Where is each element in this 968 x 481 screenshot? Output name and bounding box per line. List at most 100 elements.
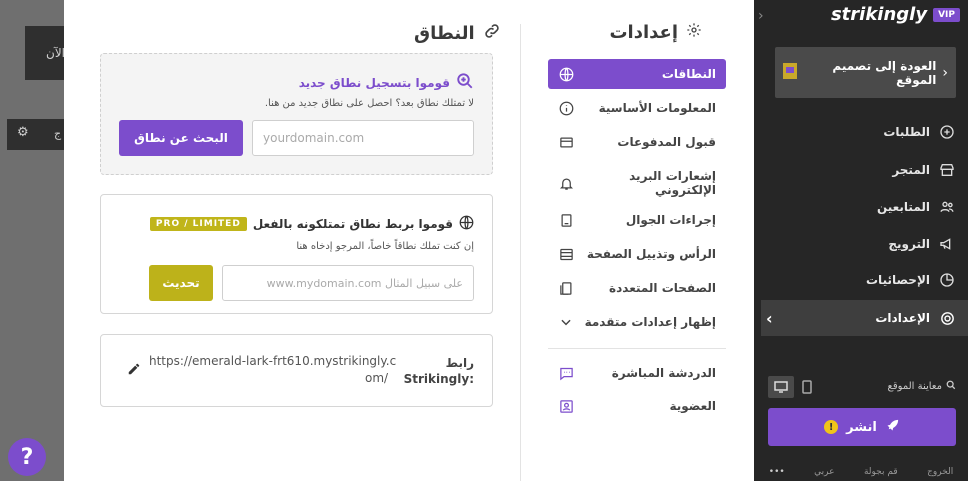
strikingly-link-card: رابط Strikingly: https://emerald-lark-fr… [100,334,493,407]
nav-item-email-notifications[interactable]: إشعارات البريد الإلكتروني [548,166,726,200]
warning-icon: ! [824,420,839,434]
nav-item-show-advanced[interactable]: إظهار إعدادات متقدمة [548,307,726,337]
rocket-icon [885,418,900,437]
sidebar-item-settings[interactable]: الإعدادات › [766,303,956,333]
sidebar-item-followers[interactable]: المتابعين [877,192,956,222]
sidebar-footer: الخروج قم بجولة عربي ••• [754,463,968,481]
domain-search-input[interactable]: yourdomain.com [252,120,474,156]
back-label: العودة إلى تصميم الموقع [832,58,937,87]
sidebar-item-label: المتجر [892,163,930,177]
register-heading: قوموا بتسجيل نطاق جديد [299,72,474,93]
membership-icon [558,398,574,414]
backdrop-text: الآن [46,46,65,60]
publish-button[interactable]: انشر ! [768,408,956,446]
sidebar-item-store[interactable]: المتجر [892,155,956,185]
nav-item-live-chat[interactable]: الدردشة المباشرة [548,358,726,388]
brand-name: strikingly [830,4,928,25]
sidebar-item-label: المتابعين [876,200,930,214]
connect-domain-card: قوموا بربط نطاق تمتلكونه بالفعل PRO / LI… [100,194,493,314]
help-label: ? [20,444,34,470]
nav-item-header-footer[interactable]: الرأس وتذييل الصفحة [548,239,726,269]
column-divider [520,24,521,481]
nav-item-domains[interactable]: النطاقات [548,59,726,89]
chevron-left-icon: ‹ [942,64,948,81]
followers-icon [938,198,956,216]
sidebar-item-statistics[interactable]: الإحصائيات [866,265,956,295]
gear-icon [938,309,956,327]
globe-icon [558,66,574,82]
back-to-design-button[interactable]: ‹ العودة إلى تصميم الموقع [775,47,956,98]
link-label-line2: Strikingly: [403,372,474,386]
sidebar-item-promotion[interactable]: الترويج [888,229,956,259]
logo: strikingly VIP [831,4,960,25]
mobile-preview-icon[interactable] [794,376,820,398]
link-icon [483,22,501,45]
chat-icon [558,365,574,381]
gear-icon [686,22,702,43]
desktop-preview-icon[interactable] [768,376,794,398]
custom-domain-input[interactable]: على سبيل المثال www.mydomain.com [222,265,474,301]
store-icon [938,161,956,179]
update-button[interactable]: تحديث [149,265,213,301]
settings-title: إعدادات [609,22,702,43]
nav-separator [548,348,726,349]
sidebar-item-label: الطلبات [883,125,930,139]
domain-title-text: النطاق [414,23,475,44]
domain-title: النطاق [414,22,501,45]
editor-sidebar: › strikingly VIP ‹ العودة إلى تصميم المو… [754,0,968,481]
preview-label: معاينة الموقع [887,381,942,392]
logout-link[interactable]: الخروج [927,467,953,477]
search-icon [946,380,956,393]
sidebar-item-label: الإحصائيات [866,273,930,287]
mobile-icon [558,212,574,228]
nav-item-label: إجراءات الجوال [625,213,716,227]
register-heading-text: قوموا بتسجيل نطاق جديد [298,75,450,90]
search-plus-icon [456,72,474,93]
info-icon [558,100,574,116]
stats-icon [938,271,956,289]
nav-item-label: الرأس وتذييل الصفحة [586,247,716,261]
nav-item-label: النطاقات [661,67,716,81]
strikingly-link-label: رابط Strikingly: [404,355,474,387]
nav-item-label: العضوية [669,399,716,413]
collapse-chevron-icon[interactable]: › [758,8,764,24]
help-button[interactable]: ? [8,438,46,476]
bell-icon [558,175,574,191]
sidebar-item-orders[interactable]: الطلبات [883,117,956,147]
language-link[interactable]: عربي [814,467,834,477]
payment-icon [558,134,574,150]
orders-icon [938,123,956,141]
nav-item-label: الدردشة المباشرة [611,366,716,380]
site-preview[interactable]: معاينة الموقع [888,380,956,393]
nav-item-label: قبول المدفوعات [617,135,716,149]
site-url-line2: om/ [365,371,389,385]
header-footer-icon [558,246,574,262]
settings-title-text: إعدادات [609,22,678,43]
megaphone-icon [938,235,956,253]
pencil-icon[interactable] [127,361,141,380]
chevron-down-icon [558,314,574,330]
link-label-line1: رابط [445,356,474,370]
register-subtext: لا تمتلك نطاق بعد؟ احصل على نطاق جديد من… [264,98,474,109]
nav-item-basic-info[interactable]: المعلومات الأساسية [548,93,726,123]
connect-subtext: إن كنت تملك نطاقاً خاصاً، المرجو إدخاه ه… [296,241,474,252]
search-domain-button[interactable]: البحث عن نطاق [119,120,243,156]
nav-item-mobile-actions[interactable]: إجراءات الجوال [548,205,726,235]
tour-link[interactable]: قم بجولة [864,467,898,477]
nav-item-label: إشعارات البريد الإلكتروني [629,169,716,197]
pages-icon [558,280,574,296]
sidebar-item-label: الإعدادات [875,311,930,325]
nav-item-payments[interactable]: قبول المدفوعات [548,127,726,157]
page-design-icon [783,62,797,83]
nav-item-label: المعلومات الأساسية [598,101,716,115]
publish-label: انشر [846,419,877,435]
connect-heading: قوموا بربط نطاق تمتلكونه بالفعل PRO / LI… [149,215,474,233]
backdrop-toolbar-text: ج [54,127,62,140]
site-url-line1: https://emerald-lark-frt610.mystrikingly… [149,354,397,368]
nav-item-membership[interactable]: العضوية [548,391,726,421]
gear-icon: ⚙ [17,125,29,140]
sidebar-item-label: الترويج [888,237,930,251]
chevron-right-icon: › [766,308,773,328]
nav-item-multiple-pages[interactable]: الصفحات المتعددة [548,273,726,303]
more-icon[interactable]: ••• [769,467,785,477]
